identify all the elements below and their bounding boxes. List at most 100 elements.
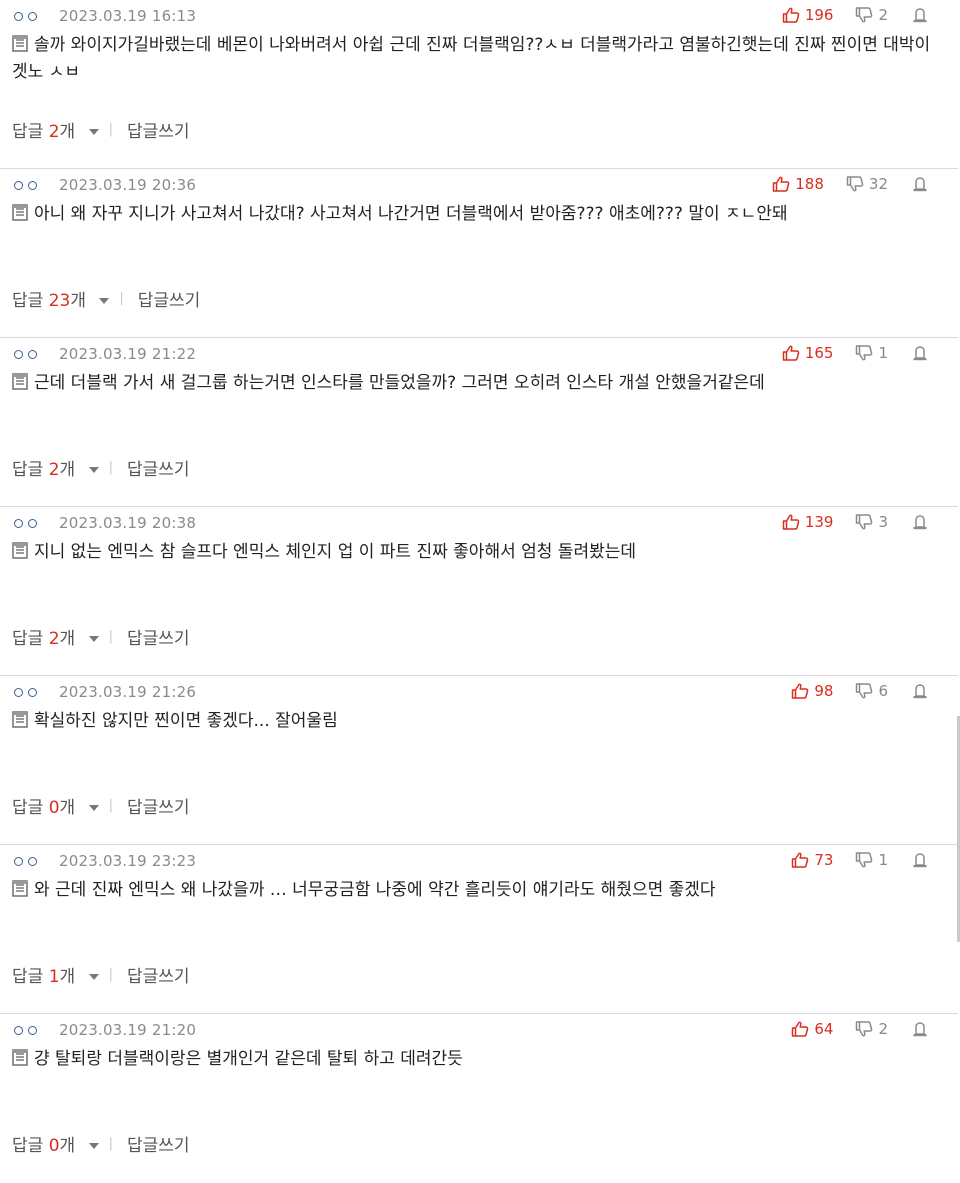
- dislike-button[interactable]: 32: [846, 175, 888, 193]
- report-icon: [913, 1021, 927, 1036]
- report-icon: [913, 176, 927, 191]
- comment-text: 확실하진 않지만 찐이면 좋겠다... 잘어울림: [34, 711, 338, 731]
- reply-toggle[interactable]: 답글 2개: [12, 117, 109, 142]
- comment-actions: 답글 0개 | 답글쓰기: [12, 1131, 190, 1156]
- user-circles-icon[interactable]: [14, 856, 37, 866]
- comment-text: 솔까 와이지가길바랬는데 베몬이 나와버려서 아쉽 근데 진짜 더블랙임??ㅅㅂ…: [12, 35, 931, 82]
- comment-text: 아니 왜 자꾸 지니가 사고쳐서 나갔대? 사고쳐서 나간거면 더블랙에서 받아…: [34, 204, 788, 224]
- caret-down-icon: [88, 635, 99, 642]
- like-button[interactable]: 165: [782, 344, 833, 362]
- dislike-button[interactable]: 6: [855, 682, 888, 700]
- write-reply-button[interactable]: 답글쓰기: [127, 455, 190, 480]
- reply-unit: 개: [59, 1135, 76, 1156]
- memo-icon: [12, 35, 28, 52]
- write-reply-button[interactable]: 답글쓰기: [127, 624, 190, 649]
- memo-icon: [12, 880, 28, 897]
- write-reply-button[interactable]: 답글쓰기: [127, 962, 190, 987]
- write-reply-button[interactable]: 답글쓰기: [127, 793, 190, 818]
- reply-toggle[interactable]: 답글 1개: [12, 962, 109, 987]
- comment-item: 2023.03.19 20:38 139 3 지니 없는 엔믹스 참 슬프다 엔…: [0, 507, 958, 676]
- like-button[interactable]: 188: [772, 175, 824, 193]
- memo-icon: [12, 1049, 28, 1066]
- reply-count: 1: [48, 966, 60, 987]
- write-reply-button[interactable]: 답글쓰기: [127, 1131, 190, 1156]
- report-button[interactable]: [912, 1021, 928, 1037]
- report-icon: [913, 7, 927, 22]
- comment-date: 2023.03.19 21:26: [59, 683, 197, 701]
- user-circles-icon[interactable]: [14, 687, 37, 697]
- thumb-down-icon: [856, 683, 873, 699]
- dislike-count: 2: [878, 6, 888, 24]
- like-button[interactable]: 73: [791, 851, 833, 869]
- report-icon: [913, 683, 927, 698]
- reply-toggle[interactable]: 답글 2개: [12, 455, 109, 480]
- report-button[interactable]: [912, 852, 928, 868]
- reply-label: 답글: [12, 797, 49, 818]
- comment-actions: 답글 1개 | 답글쓰기: [12, 962, 190, 987]
- comment-actions: 답글 2개 | 답글쓰기: [12, 117, 190, 142]
- thumb-down-icon: [846, 176, 864, 192]
- caret-down-icon: [99, 297, 110, 304]
- reply-label: 답글: [12, 290, 49, 311]
- dislike-count: 2: [878, 1020, 888, 1038]
- dislike-button[interactable]: 2: [855, 6, 888, 24]
- comment-meta: 2023.03.19 21:26: [14, 682, 196, 702]
- action-separator: |: [108, 797, 113, 813]
- reply-toggle[interactable]: 답글 2개: [12, 624, 109, 649]
- memo-icon: [12, 373, 28, 390]
- thumb-up-icon: [782, 345, 800, 361]
- like-button[interactable]: 139: [782, 513, 833, 531]
- like-count: 73: [814, 851, 834, 869]
- dislike-button[interactable]: 3: [855, 513, 888, 531]
- report-button[interactable]: [912, 683, 928, 699]
- comment-body: 걍 탈퇴랑 더블랙이랑은 별개인거 같은데 탈퇴 하고 데려간듯: [12, 1046, 934, 1073]
- like-button[interactable]: 196: [782, 6, 834, 24]
- memo-icon: [12, 711, 28, 728]
- action-separator: |: [108, 121, 113, 137]
- dislike-button[interactable]: 1: [855, 851, 888, 869]
- comment-body: 지니 없는 엔믹스 참 슬프다 엔믹스 체인지 업 이 파트 진짜 좋아해서 엄…: [12, 539, 934, 566]
- comment-meta: 2023.03.19 20:38: [14, 513, 196, 533]
- reply-toggle[interactable]: 답글 0개: [12, 793, 109, 818]
- dislike-count: 3: [878, 513, 888, 531]
- thumb-up-icon: [792, 683, 809, 699]
- like-button[interactable]: 64: [791, 1020, 833, 1038]
- comment-date: 2023.03.19 21:20: [59, 1021, 197, 1039]
- reply-toggle[interactable]: 답글 23개: [12, 286, 119, 311]
- dislike-button[interactable]: 2: [855, 1020, 888, 1038]
- thumb-up-icon: [782, 7, 800, 23]
- comment-item: 2023.03.19 21:22 165 1 근데 더블랙 가서 새 걸그룹 하…: [0, 338, 958, 507]
- caret-down-icon: [88, 973, 99, 980]
- comment-body: 솔까 와이지가길바랬는데 베몬이 나와버려서 아쉽 근데 진짜 더블랙임??ㅅㅂ…: [12, 32, 934, 86]
- write-reply-button[interactable]: 답글쓰기: [138, 286, 201, 311]
- comment-date: 2023.03.19 16:13: [59, 7, 197, 25]
- reply-unit: 개: [59, 797, 76, 818]
- like-count: 196: [804, 6, 834, 24]
- report-button[interactable]: [912, 514, 928, 530]
- reply-toggle[interactable]: 답글 0개: [12, 1131, 109, 1156]
- like-button[interactable]: 98: [791, 682, 833, 700]
- comment-date: 2023.03.19 21:22: [59, 345, 197, 363]
- memo-icon: [12, 542, 28, 559]
- report-button[interactable]: [912, 345, 928, 361]
- user-circles-icon[interactable]: [14, 11, 37, 21]
- report-button[interactable]: [912, 176, 928, 192]
- reply-count: 23: [48, 290, 71, 311]
- comment-meta: 2023.03.19 23:23: [14, 851, 196, 871]
- write-reply-button[interactable]: 답글쓰기: [127, 117, 190, 142]
- user-circles-icon[interactable]: [14, 180, 37, 190]
- action-separator: |: [119, 290, 124, 306]
- thumb-up-icon: [792, 1021, 809, 1037]
- comment-list: 2023.03.19 16:13 196 2 솔까 와이지가길바랬는데 베몬이 …: [0, 0, 958, 1183]
- caret-down-icon: [88, 1142, 99, 1149]
- user-circles-icon[interactable]: [14, 518, 37, 528]
- comment-meta: 2023.03.19 16:13: [14, 6, 196, 26]
- reply-count: 2: [48, 459, 60, 480]
- like-count: 188: [795, 175, 824, 193]
- dislike-button[interactable]: 1: [855, 344, 888, 362]
- user-circles-icon[interactable]: [14, 1025, 37, 1035]
- user-circles-icon[interactable]: [14, 349, 37, 359]
- action-separator: |: [108, 966, 113, 982]
- reply-label: 답글: [12, 1135, 49, 1156]
- report-button[interactable]: [912, 7, 928, 23]
